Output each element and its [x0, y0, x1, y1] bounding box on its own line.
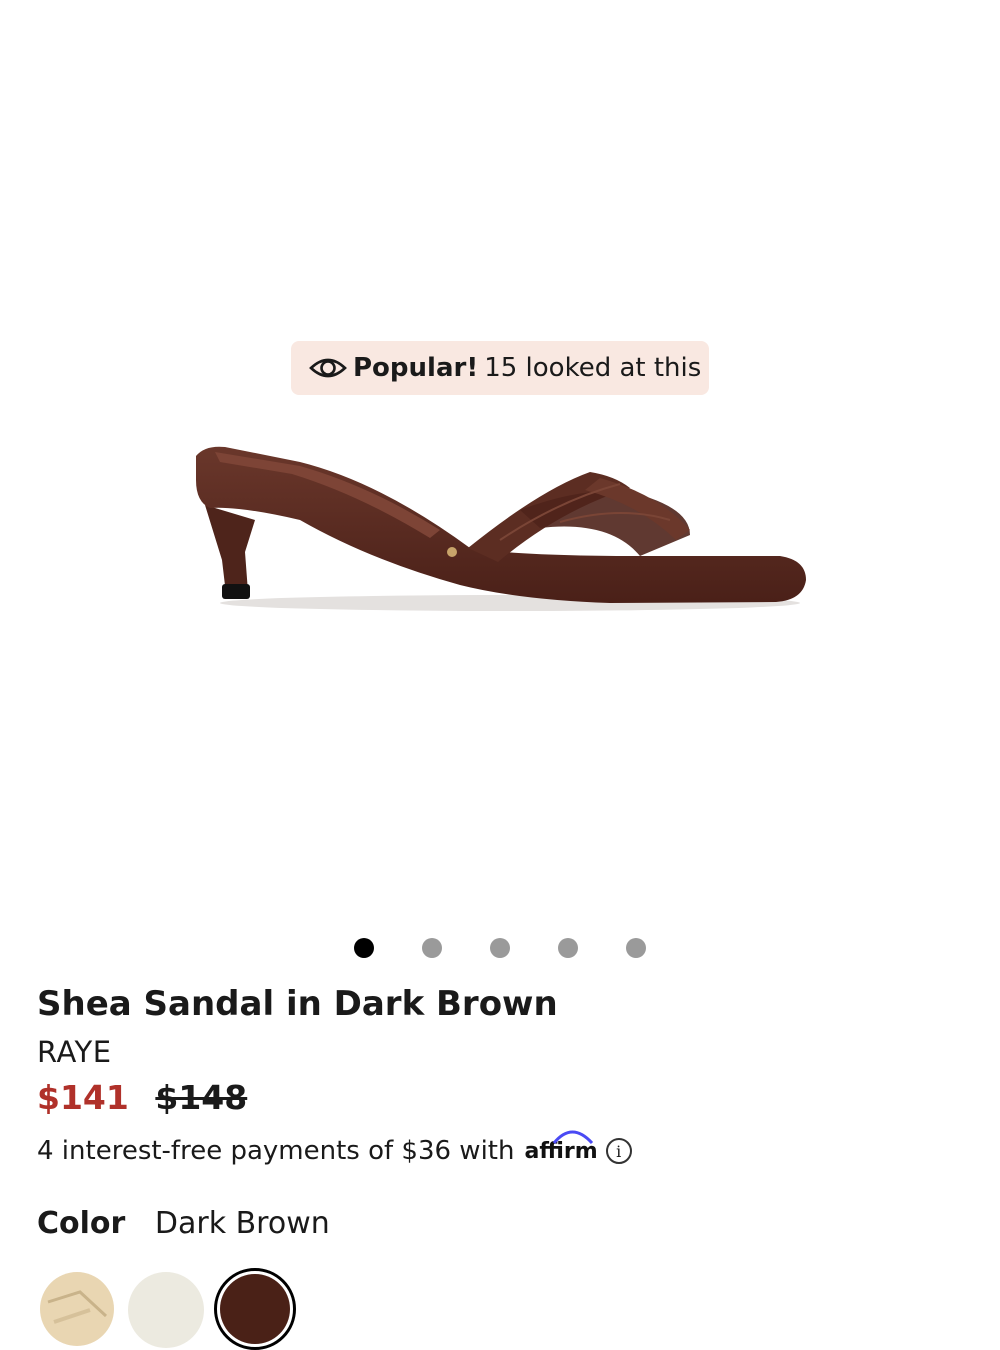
carousel-dot[interactable]	[626, 938, 646, 958]
affirm-arc-icon	[553, 1130, 594, 1144]
selected-color: Dark Brown	[154, 1206, 330, 1241]
info-icon[interactable]: i	[605, 1138, 632, 1164]
swatch-natural[interactable]	[40, 1272, 114, 1346]
natural-texture	[47, 1290, 108, 1324]
color-label: Color	[37, 1206, 126, 1241]
carousel-dot[interactable]	[490, 938, 510, 958]
installments-row: 4 interest-free payments of $36 with aff…	[37, 1130, 632, 1166]
product-title: Shea Sandal in Dark Brown	[37, 984, 558, 1024]
popular-text: 15 looked at this	[484, 353, 702, 383]
swatch-dark-brown-fill	[220, 1274, 290, 1344]
affirm-logo: affirm	[524, 1130, 598, 1164]
product-image[interactable]	[0, 0, 1000, 920]
product-brand[interactable]: RAYE	[37, 1035, 112, 1069]
carousel-dot[interactable]	[422, 938, 442, 958]
price-row: $141 $148	[37, 1078, 247, 1117]
installments-text: 4 interest-free payments of $36 with	[37, 1136, 515, 1166]
carousel-dot[interactable]	[354, 938, 374, 958]
carousel-dots	[0, 938, 1000, 960]
sale-price: $141	[37, 1078, 129, 1117]
swatch-dark-brown[interactable]	[214, 1268, 296, 1350]
popular-label: Popular!	[353, 353, 479, 383]
carousel-dot[interactable]	[558, 938, 578, 958]
eye-icon	[309, 358, 347, 378]
color-row: Color Dark Brown	[37, 1206, 330, 1241]
swatch-cream[interactable]	[128, 1272, 204, 1348]
original-price: $148	[155, 1078, 248, 1117]
popular-badge: Popular! 15 looked at this	[291, 341, 709, 395]
